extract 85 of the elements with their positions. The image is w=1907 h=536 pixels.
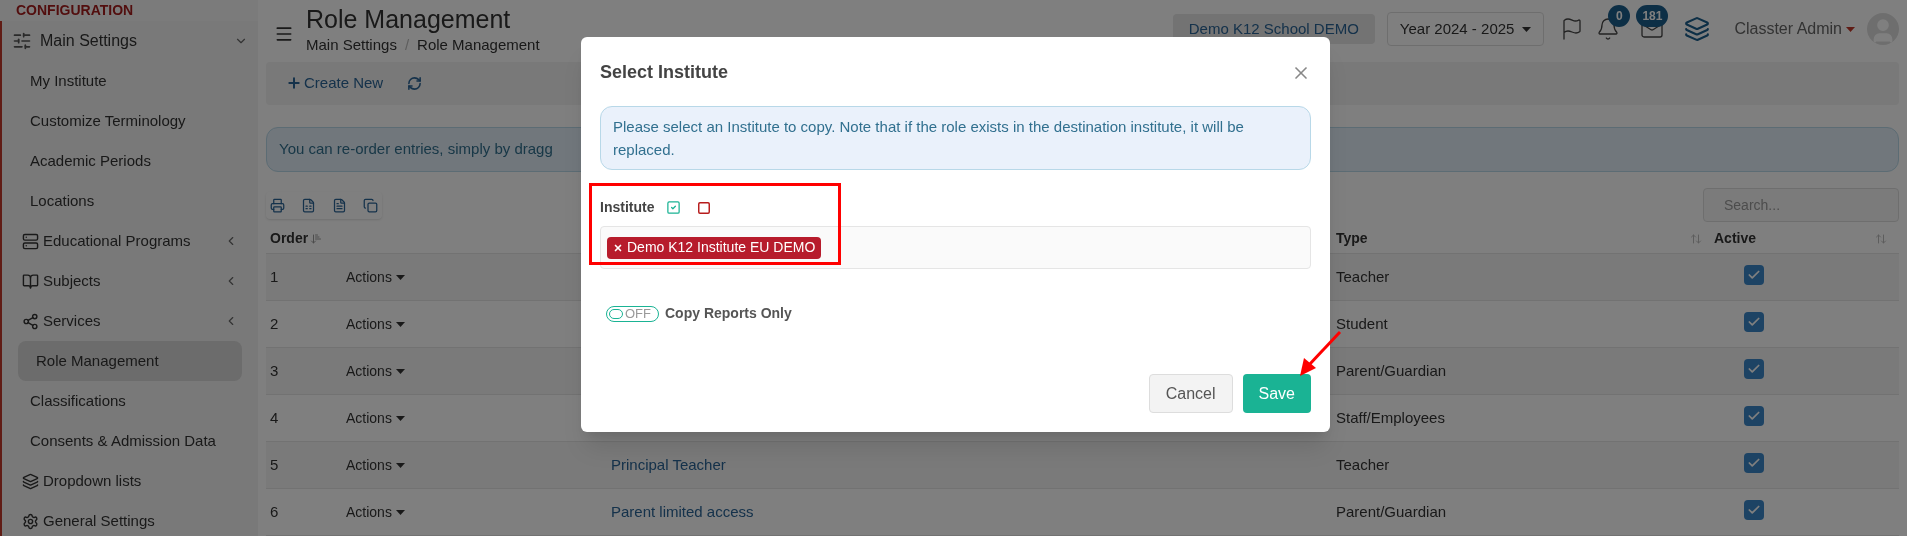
- sidebar-item[interactable]: Dropdown lists: [2, 461, 258, 501]
- deselect-all-icon[interactable]: [697, 200, 712, 215]
- actions-dropdown[interactable]: Actions: [346, 501, 405, 523]
- gears-icon: [22, 512, 39, 530]
- sidebar-item[interactable]: General Settings: [2, 501, 258, 536]
- table-cell: 1: [270, 267, 279, 285]
- select-all-icon[interactable]: [666, 200, 682, 215]
- caret-icon: [395, 415, 405, 421]
- table-cell: 4: [270, 408, 279, 426]
- notification-badge: 0: [1608, 5, 1631, 27]
- create-new-button[interactable]: Create New: [286, 72, 384, 95]
- column-header[interactable]: Order: [270, 228, 309, 249]
- table-cell: 5: [270, 455, 279, 473]
- nodes-icon: [22, 312, 39, 330]
- role-link[interactable]: Principal Teacher: [611, 455, 726, 473]
- breadcrumb-item: Role Management: [417, 35, 540, 55]
- sort-icon[interactable]: [310, 232, 323, 245]
- spreadsheet-file-icon[interactable]: [301, 197, 316, 213]
- table-cell: 3: [270, 361, 279, 379]
- remove-icon[interactable]: [613, 242, 623, 253]
- book-icon: [22, 272, 39, 290]
- sidebar-section[interactable]: Main Settings: [2, 21, 258, 61]
- caret-icon: [1846, 26, 1855, 32]
- active-checkbox[interactable]: [1744, 406, 1764, 427]
- field-label: Institute: [600, 198, 655, 217]
- actions-dropdown[interactable]: Actions: [346, 407, 405, 429]
- column-header[interactable]: Type: [1336, 228, 1368, 249]
- server-stack-icon: [22, 232, 39, 250]
- toggle-switch[interactable]: OFF: [606, 305, 659, 322]
- menu-icon[interactable]: [274, 24, 294, 44]
- sidebar-item[interactable]: Academic Periods: [2, 141, 258, 181]
- active-checkbox[interactable]: [1744, 265, 1764, 286]
- caret-icon: [395, 321, 405, 327]
- sidebar-item[interactable]: Customize Terminology: [2, 101, 258, 141]
- sliders-icon: [12, 31, 32, 51]
- active-checkbox[interactable]: [1744, 500, 1764, 521]
- save-button[interactable]: Save: [1242, 374, 1311, 413]
- table-cell: Student: [1336, 314, 1388, 332]
- breadcrumb-separator: /: [404, 35, 410, 55]
- table-cell: Teacher: [1336, 455, 1390, 473]
- sidebar-item[interactable]: Locations: [2, 181, 258, 221]
- message-badge: 181: [1636, 5, 1669, 27]
- table-cell: 6: [270, 502, 279, 520]
- page-title: Role Management: [306, 4, 512, 34]
- sidebar-item[interactable]: Subjects: [2, 261, 258, 301]
- sidebar-heading: CONFIGURATION: [16, 1, 134, 20]
- column-header[interactable]: Active: [1714, 228, 1757, 249]
- print-icon[interactable]: [270, 197, 285, 213]
- role-link[interactable]: Parent limited access: [611, 502, 754, 520]
- info-alert: Please select an Institute to copy. Note that if the role exists in the destination institute, it will be replaced.: [600, 106, 1311, 170]
- table-cell: Staff/Employees: [1336, 408, 1445, 426]
- breadcrumb-item[interactable]: Main Settings: [306, 34, 397, 57]
- table-cell: Teacher: [1336, 267, 1390, 285]
- caret-icon: [395, 368, 405, 374]
- caret-icon: [395, 509, 405, 515]
- year-select[interactable]: Year 2024 - 2025: [1386, 12, 1545, 46]
- sidebar-item[interactable]: Consents & Admission Data: [2, 421, 258, 461]
- actions-dropdown[interactable]: Actions: [346, 313, 405, 335]
- actions-dropdown[interactable]: Actions: [346, 360, 405, 382]
- active-checkbox[interactable]: [1744, 359, 1764, 380]
- active-checkbox[interactable]: [1744, 312, 1764, 333]
- table-cell: Parent/Guardian: [1336, 502, 1447, 520]
- active-checkbox[interactable]: [1744, 453, 1764, 474]
- actions-dropdown[interactable]: Actions: [346, 454, 405, 476]
- institute-field[interactable]: Demo K12 Institute EU DEMO: [600, 226, 1311, 269]
- sidebar-item[interactable]: My Institute: [2, 61, 258, 101]
- toggle-label: Copy Reports Only: [665, 304, 792, 323]
- sidebar-item[interactable]: Services: [2, 301, 258, 341]
- caret-icon: [395, 462, 405, 468]
- document-file-icon[interactable]: [332, 197, 347, 213]
- institute-tag[interactable]: Demo K12 Institute EU DEMO: [607, 236, 822, 259]
- refresh-icon[interactable]: [407, 75, 423, 91]
- sidebar-item[interactable]: Classifications: [2, 381, 258, 421]
- user-menu[interactable]: Classter Admin: [1734, 17, 1855, 41]
- sidebar-item[interactable]: Role Management: [18, 341, 242, 381]
- cancel-button[interactable]: Cancel: [1148, 374, 1233, 413]
- copy-icon[interactable]: [363, 197, 378, 213]
- dialog-title: Select Institute: [600, 61, 729, 84]
- table-cell: 2: [270, 314, 279, 332]
- actions-dropdown[interactable]: Actions: [346, 266, 405, 288]
- sidebar-item[interactable]: Educational Programs: [2, 221, 258, 261]
- caret-icon: [1522, 26, 1532, 32]
- caret-icon: [395, 274, 405, 280]
- layers-icon: [22, 472, 39, 490]
- table-cell: Parent/Guardian: [1336, 361, 1447, 379]
